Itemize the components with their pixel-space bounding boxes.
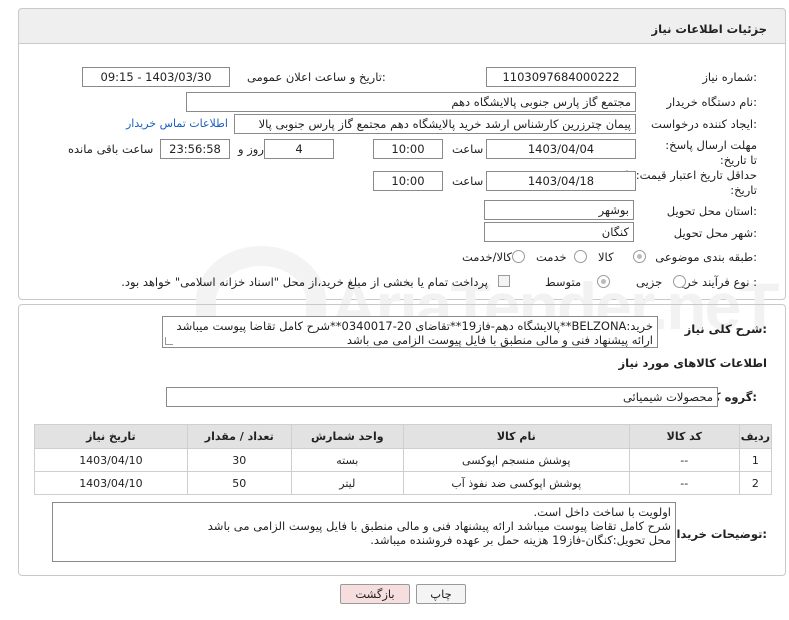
buyer-org-field: مجتمع گاز پارس جنوبی پالایشگاه دهم bbox=[186, 92, 636, 112]
resize-grip-icon[interactable] bbox=[165, 337, 173, 345]
buyer-contact-link[interactable]: اطلاعات تماس خریدار bbox=[126, 117, 228, 130]
category-radio-service[interactable] bbox=[574, 250, 587, 263]
category-option-goods: کالا bbox=[598, 250, 614, 264]
cell-quantity: 30 bbox=[186, 448, 292, 472]
cell-unit: لیتر bbox=[290, 471, 404, 495]
cell-item-code: -- bbox=[628, 471, 740, 495]
city-field: کنگان bbox=[484, 222, 634, 242]
cell-need-date: 1403/04/10 bbox=[34, 448, 188, 472]
category-option-service: خدمت bbox=[536, 250, 567, 264]
table-row: 1 -- پوشش منسجم اپوکسی بسته 30 1403/04/1… bbox=[34, 448, 773, 472]
buyer-notes-label: توضیحات خریدار: bbox=[669, 527, 767, 541]
remaining-time-label: ساعت باقی مانده bbox=[68, 142, 154, 156]
page-title: جزئیات اطلاعات نیاز bbox=[651, 22, 767, 36]
buyer-notes-line-1: اولویت با ساخت داخل است. bbox=[533, 505, 671, 519]
need-number-label: شماره نیاز: bbox=[702, 70, 757, 84]
city-label: شهر محل تحویل: bbox=[673, 226, 757, 240]
category-option-both: کالا/خدمت bbox=[462, 250, 513, 264]
treasury-checkbox[interactable] bbox=[498, 275, 510, 287]
cell-item-name: پوشش اپوکسی ضد نفوذ آب bbox=[402, 471, 630, 495]
col-quantity: تعداد / مقدار bbox=[186, 424, 292, 449]
announce-label: تاریخ و ساعت اعلان عمومی: bbox=[247, 70, 386, 84]
summary-text: خرید:BELZONA**پالایشگاه دهم-فاز19**تقاضا… bbox=[176, 319, 653, 347]
reply-deadline-label: مهلت ارسال پاسخ: تا تاریخ: bbox=[665, 138, 757, 167]
cell-unit: بسته bbox=[290, 448, 404, 472]
process-label: نوع فرآیند خرید : bbox=[675, 275, 757, 289]
summary-textarea[interactable]: خرید:BELZONA**پالایشگاه دهم-فاز19**تقاضا… bbox=[162, 316, 658, 348]
category-radio-goods[interactable] bbox=[633, 250, 646, 263]
process-option-minor: جزیی bbox=[636, 275, 663, 289]
province-label: استان محل تحویل: bbox=[666, 204, 757, 218]
process-option-medium: متوسط bbox=[545, 275, 582, 289]
category-radio-both[interactable] bbox=[512, 250, 525, 263]
treasury-note: پرداخت تمام یا بخشی از مبلغ خرید،از محل … bbox=[121, 275, 488, 289]
reply-time-field: 10:00 bbox=[373, 139, 443, 159]
cell-quantity: 50 bbox=[186, 471, 292, 495]
col-item-name: نام کالا bbox=[402, 424, 630, 449]
col-item-code: کد کالا bbox=[628, 424, 740, 449]
province-field: بوشهر bbox=[484, 200, 634, 220]
reply-days-label: روز و bbox=[238, 142, 264, 156]
col-row-number: ردیف bbox=[738, 424, 773, 449]
buyer-notes-textarea[interactable]: اولویت با ساخت داخل است. شرح کامل تقاضا … bbox=[52, 502, 676, 562]
back-button[interactable]: بازگشت bbox=[340, 584, 410, 604]
reply-days-field: 4 bbox=[264, 139, 334, 159]
cell-need-date: 1403/04/10 bbox=[34, 471, 188, 495]
remaining-time-field: 23:56:58 bbox=[160, 139, 230, 159]
announce-field: 1403/03/30 - 09:15 bbox=[82, 67, 230, 87]
cell-item-code: -- bbox=[628, 448, 740, 472]
category-label: طبقه بندی موضوعی: bbox=[655, 250, 757, 264]
price-validity-label: حداقل تاریخ اعتبار قیمت: تا تاریخ: bbox=[625, 168, 757, 197]
reply-date-field: 1403/04/04 bbox=[486, 139, 636, 159]
cell-item-name: پوشش منسجم اپوکسی bbox=[402, 448, 630, 472]
creator-field: پیمان چترزرین کارشناس ارشد خرید پالایشگا… bbox=[234, 114, 636, 134]
reply-time-label: ساعت bbox=[452, 142, 484, 156]
goods-table: ردیف کد کالا نام کالا واحد شمارش تعداد /… bbox=[34, 424, 773, 495]
summary-label: شرح کلی نیاز: bbox=[684, 322, 767, 336]
price-validity-date-field: 1403/04/18 bbox=[486, 171, 636, 191]
table-row: 2 -- پوشش اپوکسی ضد نفوذ آب لیتر 50 1403… bbox=[34, 471, 773, 495]
table-header-row: ردیف کد کالا نام کالا واحد شمارش تعداد /… bbox=[34, 424, 773, 449]
price-validity-time-label: ساعت bbox=[452, 174, 484, 188]
col-need-date: تاریخ نیاز bbox=[34, 424, 188, 449]
cell-row-number: 2 bbox=[738, 471, 773, 495]
print-button[interactable]: چاپ bbox=[416, 584, 466, 604]
need-number-field: 1103097684000222 bbox=[486, 67, 636, 87]
buyer-org-label: نام دستگاه خریدار: bbox=[666, 95, 757, 109]
buyer-notes-line-2: شرح کامل تقاضا پیوست میباشد ارائه پیشنها… bbox=[207, 519, 671, 533]
process-radio-medium[interactable] bbox=[597, 275, 610, 288]
goods-section-title: اطلاعات کالاهای مورد نیاز bbox=[618, 356, 767, 370]
price-validity-time-field: 10:00 bbox=[373, 171, 443, 191]
goods-group-field: محصولات شیمیائی bbox=[166, 387, 718, 407]
col-unit: واحد شمارش bbox=[290, 424, 404, 449]
process-radio-minor[interactable] bbox=[673, 275, 686, 288]
creator-label: ایجاد کننده درخواست: bbox=[651, 117, 757, 131]
cell-row-number: 1 bbox=[738, 448, 773, 472]
buyer-notes-line-3: محل تحویل:کنگان-فاز19 هزینه حمل بر عهده … bbox=[370, 533, 671, 547]
